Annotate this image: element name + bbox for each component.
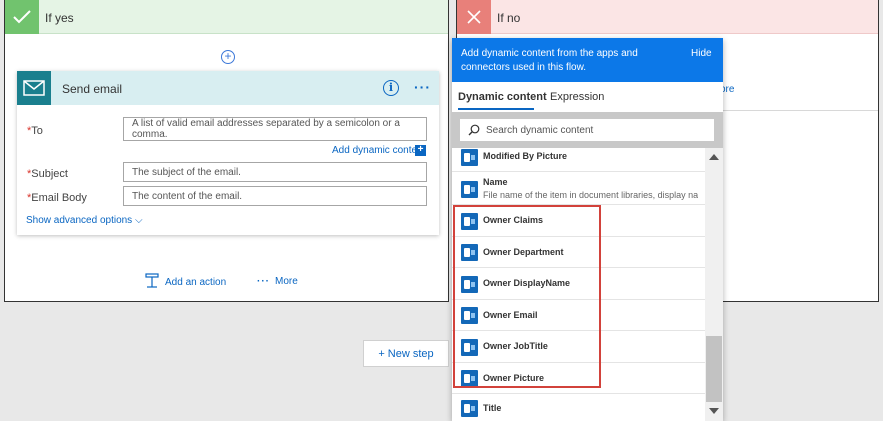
send-email-card: Send email i ··· *To A list of valid ema… bbox=[17, 71, 439, 235]
tab-expression[interactable]: Expression bbox=[550, 91, 604, 103]
list-item-label: Owner JobTitle bbox=[483, 341, 548, 351]
active-tab-indicator bbox=[458, 108, 534, 110]
if-no-title: If no bbox=[497, 11, 521, 25]
sharepoint-icon bbox=[461, 276, 478, 293]
add-action-icon bbox=[145, 273, 159, 292]
list-item-label: Owner Department bbox=[483, 247, 564, 257]
list-item-owner-email[interactable]: Owner Email bbox=[452, 300, 705, 331]
list-item-description: File name of the item in document librar… bbox=[483, 190, 698, 200]
list-item-label: Modified By Picture bbox=[483, 151, 568, 161]
add-action-label: Add an action bbox=[165, 277, 227, 288]
list-item-title[interactable]: Title bbox=[452, 394, 705, 421]
list-item-label: Name bbox=[483, 177, 508, 187]
subject-label: *Subject bbox=[27, 168, 68, 180]
dynamic-content-panel: Add dynamic content from the apps and co… bbox=[452, 38, 723, 421]
sharepoint-icon bbox=[461, 181, 478, 198]
dynamic-panel-tabs: Dynamic content Expression bbox=[452, 82, 723, 112]
email-body-input[interactable]: The content of the email. bbox=[123, 186, 427, 206]
list-item-owner-claims[interactable]: Owner Claims bbox=[452, 205, 705, 237]
search-icon bbox=[468, 124, 480, 136]
email-body-label: *Email Body bbox=[27, 192, 87, 204]
hide-button[interactable]: Hide bbox=[691, 48, 712, 59]
dynamic-panel-description: Add dynamic content from the apps and co… bbox=[461, 48, 638, 73]
email-body-placeholder: The content of the email. bbox=[132, 190, 243, 202]
scroll-down-arrow-icon[interactable] bbox=[709, 408, 719, 414]
if-yes-header[interactable]: If yes bbox=[5, 0, 448, 34]
add-dynamic-content-link[interactable]: Add dynamic content bbox=[332, 145, 425, 156]
ellipsis-icon: ··· bbox=[257, 276, 270, 287]
more-label: More bbox=[275, 276, 298, 287]
to-label: *To bbox=[27, 125, 43, 137]
send-email-title: Send email bbox=[62, 82, 123, 96]
list-item-label: Title bbox=[483, 403, 502, 413]
mail-icon bbox=[17, 71, 51, 105]
sharepoint-icon bbox=[461, 149, 478, 166]
show-advanced-options-link[interactable]: Show advanced options ⌵ bbox=[26, 215, 143, 226]
list-item-label: Owner DisplayName bbox=[483, 278, 571, 288]
if-no-header[interactable]: If no bbox=[457, 0, 878, 34]
list-item-name[interactable]: Name File name of the item in document l… bbox=[452, 172, 705, 205]
new-step-button[interactable]: + New step bbox=[363, 340, 449, 367]
sharepoint-icon bbox=[461, 400, 478, 417]
more-button[interactable]: ··· More bbox=[257, 276, 298, 287]
list-item-owner-department[interactable]: Owner Department bbox=[452, 237, 705, 268]
dynamic-panel-header: Add dynamic content from the apps and co… bbox=[452, 38, 723, 82]
subject-input[interactable]: The subject of the email. bbox=[123, 162, 427, 182]
list-item-owner-picture[interactable]: Owner Picture bbox=[452, 363, 705, 394]
dynamic-content-list: Modified By Picture Name File name of th… bbox=[452, 148, 705, 421]
search-box[interactable] bbox=[460, 119, 714, 141]
insert-step-plus-icon[interactable]: + bbox=[221, 50, 235, 64]
scroll-up-arrow-icon[interactable] bbox=[709, 154, 719, 160]
add-an-action-button[interactable]: Add an action bbox=[145, 273, 226, 292]
list-item-label: Owner Picture bbox=[483, 373, 545, 383]
list-item-modified-by-picture[interactable]: Modified By Picture bbox=[452, 148, 705, 172]
subject-placeholder: The subject of the email. bbox=[132, 166, 241, 178]
scrollbar-thumb[interactable] bbox=[706, 336, 722, 402]
list-item-owner-displayname[interactable]: Owner DisplayName bbox=[452, 268, 705, 300]
list-item-label: Owner Email bbox=[483, 310, 538, 320]
send-email-header[interactable]: Send email i ··· bbox=[17, 71, 439, 105]
sharepoint-icon bbox=[461, 370, 478, 387]
add-dynamic-content-plus-icon[interactable]: + bbox=[415, 145, 426, 156]
search-bar bbox=[452, 112, 723, 148]
list-item-owner-jobtitle[interactable]: Owner JobTitle bbox=[452, 331, 705, 363]
divider bbox=[722, 110, 878, 111]
chevron-down-icon: ⌵ bbox=[132, 215, 143, 226]
close-x-icon bbox=[457, 0, 491, 34]
to-input[interactable]: A list of valid email addresses separate… bbox=[123, 117, 427, 141]
sharepoint-icon bbox=[461, 339, 478, 356]
sharepoint-icon bbox=[461, 307, 478, 324]
sharepoint-icon bbox=[461, 244, 478, 261]
scrollbar[interactable] bbox=[705, 148, 723, 421]
if-yes-branch: If yes + Send email i ··· *To A list of … bbox=[4, 0, 449, 302]
if-yes-title: If yes bbox=[45, 11, 74, 25]
search-input[interactable] bbox=[486, 124, 696, 136]
list-item-label: Owner Claims bbox=[483, 215, 544, 225]
check-icon bbox=[5, 0, 39, 34]
card-menu-ellipsis-icon[interactable]: ··· bbox=[414, 79, 431, 95]
to-placeholder: A list of valid email addresses separate… bbox=[132, 118, 400, 140]
info-icon[interactable]: i bbox=[383, 80, 399, 96]
tab-dynamic-content[interactable]: Dynamic content bbox=[458, 91, 547, 103]
sharepoint-icon bbox=[461, 213, 478, 230]
